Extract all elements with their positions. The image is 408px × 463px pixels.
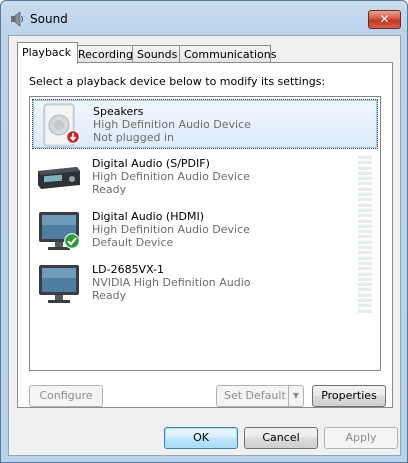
device-item-spdif[interactable]: Digital Audio (S/PDIF) High Definition A… [32, 152, 376, 207]
device-driver: High Definition Audio Device [92, 223, 250, 236]
device-status: Default Device [92, 236, 174, 249]
level-meter [358, 261, 372, 313]
device-driver: NVIDIA High Definition Audio [92, 276, 251, 289]
dialog-client: Playback Recording Sounds Communications… [8, 35, 401, 456]
window-title: Sound [30, 12, 68, 26]
level-meter [358, 208, 372, 260]
device-status: Ready [92, 289, 127, 302]
device-name: Digital Audio (S/PDIF) [92, 157, 210, 170]
close-icon: ✕ [379, 12, 390, 26]
device-status: Ready [92, 183, 127, 196]
device-name: LD-2685VX-1 [92, 263, 165, 276]
set-default-label: Set Default [224, 389, 286, 402]
level-meter [358, 155, 372, 207]
close-button[interactable]: ✕ [368, 10, 401, 29]
configure-button[interactable]: Configure [29, 385, 103, 407]
instruction-text: Select a playback device below to modify… [29, 75, 326, 88]
ok-button[interactable]: OK [164, 427, 238, 449]
tab-communications[interactable]: Communications [179, 45, 276, 63]
playback-panel: Select a playback device below to modify… [17, 62, 393, 408]
set-default-button[interactable]: Set Default ▼ [216, 385, 304, 407]
device-item-ld2685vx[interactable]: LD-2685VX-1 NVIDIA High Definition Audio… [32, 258, 376, 313]
tab-sounds[interactable]: Sounds [132, 45, 183, 63]
speaker-app-icon [11, 11, 23, 27]
default-check-icon [64, 233, 80, 249]
properties-button[interactable]: Properties [312, 385, 386, 407]
device-driver: High Definition Audio Device [93, 118, 251, 131]
device-status: Not plugged in [93, 131, 175, 144]
chevron-down-icon[interactable]: ▼ [288, 386, 303, 406]
tab-recording[interactable]: Recording [73, 45, 136, 63]
tab-playback[interactable]: Playback [17, 42, 78, 64]
receiver-icon [38, 167, 80, 189]
device-name: Digital Audio (HDMI) [92, 210, 204, 223]
unplugged-badge-icon [66, 130, 80, 144]
sound-dialog: Sound ✕ Playback Recording Sounds Commun… [0, 0, 408, 463]
title-bar[interactable]: Sound ✕ [1, 1, 407, 35]
cancel-button[interactable]: Cancel [244, 427, 318, 449]
apply-button[interactable]: Apply [324, 427, 398, 449]
monitor-icon [39, 265, 79, 303]
device-name: Speakers [93, 105, 144, 118]
device-item-speakers[interactable]: Speakers High Definition Audio Device No… [32, 99, 378, 149]
device-driver: High Definition Audio Device [92, 170, 250, 183]
device-list[interactable]: Speakers High Definition Audio Device No… [29, 96, 381, 371]
device-item-hdmi[interactable]: Digital Audio (HDMI) High Definition Aud… [32, 205, 376, 260]
